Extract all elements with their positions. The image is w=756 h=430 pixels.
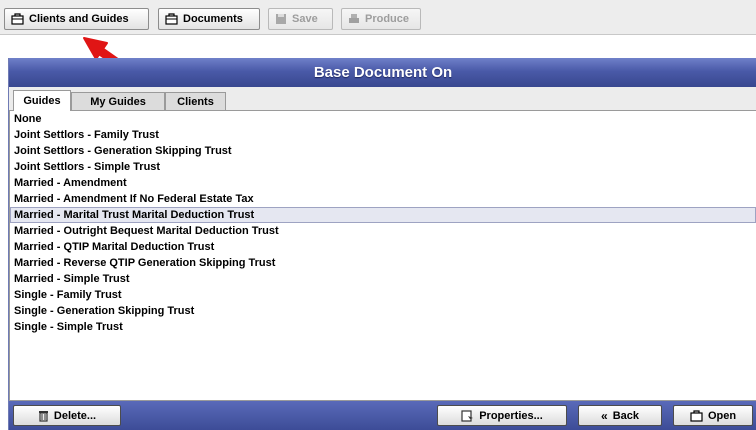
back-button[interactable]: « Back xyxy=(578,405,662,426)
documents-label: Documents xyxy=(183,13,243,25)
delete-label: Delete... xyxy=(53,409,97,422)
trash-icon xyxy=(38,410,48,422)
back-label: Back xyxy=(612,409,639,422)
produce-label: Produce xyxy=(365,13,410,25)
panel-title: Base Document On xyxy=(9,58,756,87)
properties-icon xyxy=(461,409,474,422)
guides-list[interactable]: None Joint Settlors - Family Trust Joint… xyxy=(9,111,756,401)
open-folder-icon xyxy=(690,409,703,422)
tab-strip: Guides My Guides Clients xyxy=(9,87,756,111)
briefcase-icon xyxy=(11,13,24,25)
list-item[interactable]: Single - Simple Trust xyxy=(10,319,756,335)
open-label: Open xyxy=(707,409,737,422)
list-item[interactable]: Joint Settlors - Family Trust xyxy=(10,127,756,143)
printer-icon xyxy=(349,14,359,23)
list-item[interactable]: Married - Simple Trust xyxy=(10,271,756,287)
documents-button[interactable]: Documents xyxy=(158,8,260,30)
save-label: Save xyxy=(292,13,318,25)
list-item[interactable]: Married - QTIP Marital Deduction Trust xyxy=(10,239,756,255)
base-document-panel: Base Document On Guides My Guides Client… xyxy=(8,58,756,430)
clients-and-guides-label: Clients and Guides xyxy=(29,13,129,25)
properties-label: Properties... xyxy=(479,409,543,422)
briefcase-icon xyxy=(165,13,178,25)
list-item[interactable]: None xyxy=(10,111,756,127)
disk-icon xyxy=(276,14,286,24)
list-item[interactable]: Married - Amendment xyxy=(10,175,756,191)
list-item[interactable]: Joint Settlors - Generation Skipping Tru… xyxy=(10,143,756,159)
tab-clients[interactable]: Clients xyxy=(165,92,226,110)
tab-my-guides[interactable]: My Guides xyxy=(71,92,165,110)
list-item[interactable]: Single - Generation Skipping Trust xyxy=(10,303,756,319)
produce-button[interactable]: Produce xyxy=(341,8,421,30)
delete-button[interactable]: Delete... xyxy=(13,405,121,426)
open-button[interactable]: Open xyxy=(673,405,753,426)
list-item-selected[interactable]: Married - Marital Trust Marital Deductio… xyxy=(10,207,756,223)
list-item[interactable]: Married - Amendment If No Federal Estate… xyxy=(10,191,756,207)
list-item[interactable]: Married - Outright Bequest Marital Deduc… xyxy=(10,223,756,239)
bottom-bar: Delete... Properties... « Back Open xyxy=(9,401,756,430)
save-button[interactable]: Save xyxy=(268,8,333,30)
toolbar: Clients and Guides Documents Save Produc… xyxy=(0,0,756,35)
double-chevron-left-icon: « xyxy=(601,408,608,423)
properties-button[interactable]: Properties... xyxy=(437,405,567,426)
clients-and-guides-button[interactable]: Clients and Guides xyxy=(4,8,149,30)
list-item[interactable]: Single - Family Trust xyxy=(10,287,756,303)
tab-guides[interactable]: Guides xyxy=(13,90,71,111)
list-item[interactable]: Married - Reverse QTIP Generation Skippi… xyxy=(10,255,756,271)
list-item[interactable]: Joint Settlors - Simple Trust xyxy=(10,159,756,175)
